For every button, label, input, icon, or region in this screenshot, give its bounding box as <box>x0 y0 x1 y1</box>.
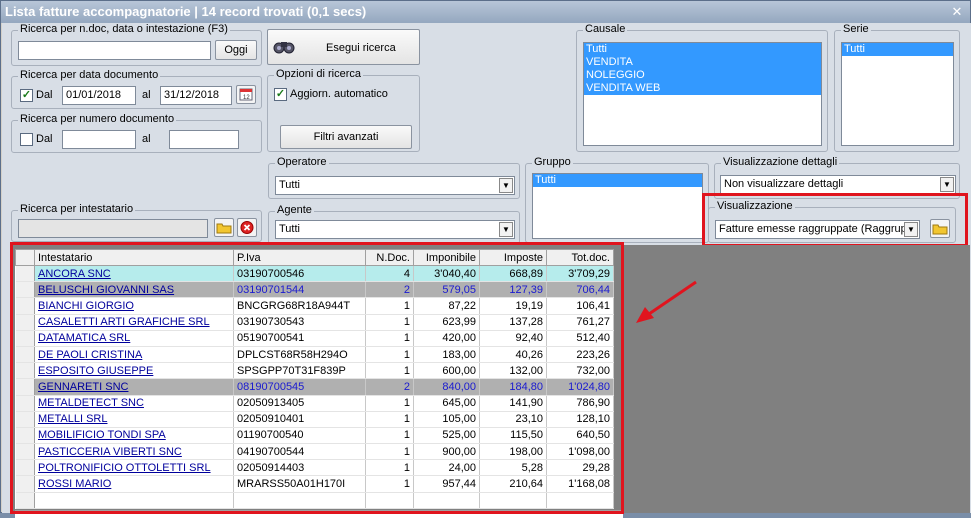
serie-group: Serie Tutti <box>834 23 960 152</box>
folder-icon[interactable] <box>214 218 234 237</box>
auto-update-label: Aggiorn. automatico <box>290 88 388 100</box>
binoculars-icon <box>273 42 295 54</box>
number-from-checkbox[interactable] <box>20 133 33 146</box>
date-to-label: al <box>142 89 151 101</box>
intestatario-legend: Ricerca per intestatario <box>18 203 136 215</box>
number-from-label: Dal <box>36 133 53 145</box>
causale-item[interactable]: VENDITA <box>584 56 821 69</box>
content-area: Ricerca per n.doc, data o intestazione (… <box>2 23 971 518</box>
operatore-legend: Operatore <box>275 156 329 168</box>
date-search-group: Ricerca per data documento ✓ Dal 01/01/2… <box>11 69 262 109</box>
serie-listbox[interactable]: Tutti <box>841 42 954 146</box>
number-to-input[interactable] <box>169 130 239 149</box>
causale-item[interactable]: NOLEGGIO <box>584 69 821 82</box>
chevron-down-icon[interactable]: ▼ <box>499 222 513 237</box>
number-search-legend: Ricerca per numero documento <box>18 113 177 125</box>
agente-legend: Agente <box>275 204 314 216</box>
options-legend: Opzioni di ricerca <box>274 68 363 80</box>
clear-icon[interactable] <box>237 218 257 237</box>
today-button[interactable]: Oggi <box>215 40 257 60</box>
doc-search-group: Ricerca per n.doc, data o intestazione (… <box>11 23 262 66</box>
causale-group: Causale Tutti VENDITA NOLEGGIO VENDITA W… <box>576 23 828 152</box>
vis-dettagli-legend: Visualizzazione dettagli <box>721 156 840 168</box>
causale-listbox[interactable]: Tutti VENDITA NOLEGGIO VENDITA WEB <box>583 42 822 146</box>
date-from-label: Dal <box>36 89 53 101</box>
agente-value: Tutti <box>279 223 300 235</box>
agente-group: Agente Tutti ▼ <box>268 204 520 244</box>
intestatario-input[interactable] <box>18 219 208 238</box>
date-search-legend: Ricerca per data documento <box>18 69 161 81</box>
search-button[interactable]: Esegui ricerca <box>267 29 420 65</box>
agente-select[interactable]: Tutti ▼ <box>275 220 515 239</box>
causale-item[interactable]: VENDITA WEB <box>584 82 821 95</box>
window-title: Lista fatture accompagnatorie | 14 recor… <box>1 1 970 23</box>
operatore-group: Operatore Tutti ▼ <box>268 156 520 199</box>
gruppo-item[interactable]: Tutti <box>533 174 702 187</box>
gruppo-legend: Gruppo <box>532 156 573 168</box>
causale-legend: Causale <box>583 23 628 35</box>
svg-text:12: 12 <box>243 95 250 101</box>
operatore-select[interactable]: Tutti ▼ <box>275 176 515 195</box>
serie-item[interactable]: Tutti <box>842 43 953 56</box>
date-from-input[interactable]: 01/01/2018 <box>62 86 136 105</box>
close-icon[interactable]: ✕ <box>948 4 966 20</box>
vis-dettagli-value: Non visualizzare dettagli <box>724 178 844 190</box>
date-to-input[interactable]: 31/12/2018 <box>160 86 232 105</box>
highlight-box-visualizzazione <box>702 193 968 247</box>
advanced-filters-button[interactable]: Filtri avanzati <box>280 125 412 149</box>
main-window: Lista fatture accompagnatorie | 14 recor… <box>0 0 971 518</box>
serie-legend: Serie <box>841 23 871 35</box>
search-button-label: Esegui ricerca <box>326 42 396 54</box>
calendar-icon[interactable]: 12 <box>236 85 256 104</box>
causale-item[interactable]: Tutti <box>584 43 821 56</box>
number-from-input[interactable] <box>62 130 136 149</box>
gruppo-group: Gruppo Tutti <box>525 156 709 243</box>
highlight-box-grid <box>10 242 624 514</box>
gruppo-listbox[interactable]: Tutti <box>532 173 703 239</box>
chevron-down-icon[interactable]: ▼ <box>940 177 954 192</box>
red-arrow-icon <box>636 280 697 323</box>
date-from-checkbox[interactable]: ✓ <box>20 89 33 102</box>
options-group: Opzioni di ricerca ✓ Aggiorn. automatico… <box>267 68 420 152</box>
chevron-down-icon[interactable]: ▼ <box>499 178 513 193</box>
number-to-label: al <box>142 133 151 145</box>
vis-dettagli-select[interactable]: Non visualizzare dettagli ▼ <box>720 175 956 194</box>
intestatario-group: Ricerca per intestatario <box>11 203 262 242</box>
operatore-value: Tutti <box>279 179 300 191</box>
number-search-group: Ricerca per numero documento Dal al <box>11 113 262 153</box>
doc-search-input[interactable] <box>18 41 211 60</box>
auto-update-checkbox[interactable]: ✓ <box>274 88 287 101</box>
doc-search-legend: Ricerca per n.doc, data o intestazione (… <box>18 23 230 35</box>
